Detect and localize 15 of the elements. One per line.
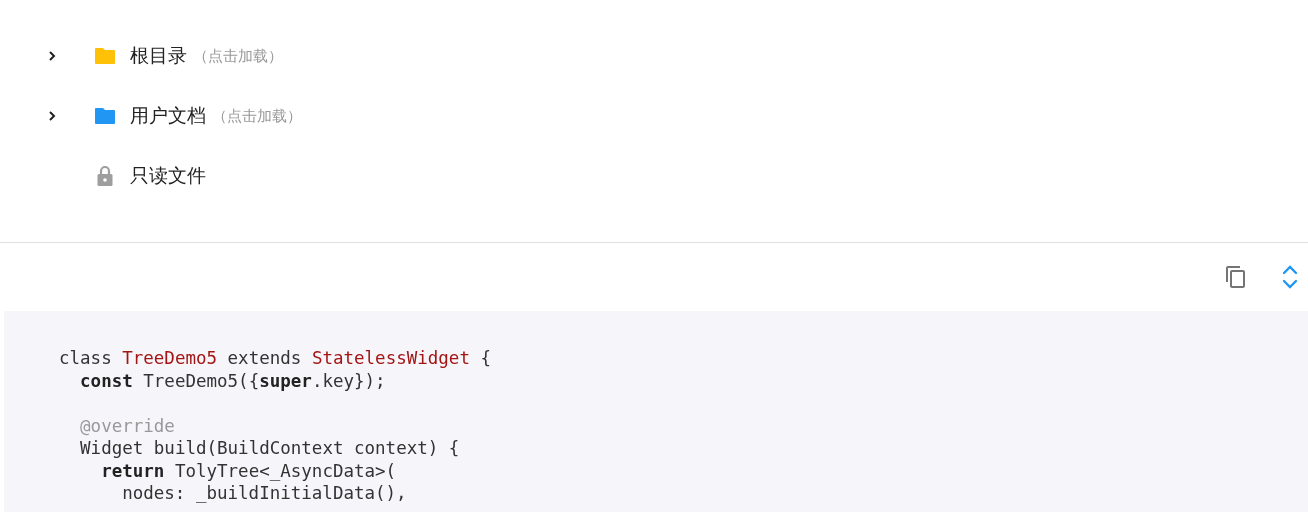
chevron-right-icon[interactable]: [46, 50, 58, 62]
tree-node-label[interactable]: 根目录: [130, 43, 187, 69]
chevron-right-icon[interactable]: [46, 110, 58, 122]
lock-icon: [96, 165, 114, 187]
code-line: Widget build(BuildContext context) {: [80, 438, 460, 458]
code-line: nodes: _buildInitialData(),: [122, 483, 407, 503]
code-line: const TreeDemo5({super.key});: [80, 370, 386, 391]
code-line: class TreeDemo5 extends StatelessWidget {: [59, 348, 491, 368]
code-line: @override: [80, 415, 175, 436]
load-hint: （点击加载）: [212, 106, 302, 126]
code-line: return TolyTree<_AsyncData>(: [101, 460, 397, 481]
tree-node-label[interactable]: 用户文档: [130, 103, 206, 129]
copy-icon[interactable]: [1224, 265, 1248, 289]
load-hint: （点击加载）: [193, 46, 283, 66]
tree-node-label[interactable]: 只读文件: [130, 163, 206, 189]
